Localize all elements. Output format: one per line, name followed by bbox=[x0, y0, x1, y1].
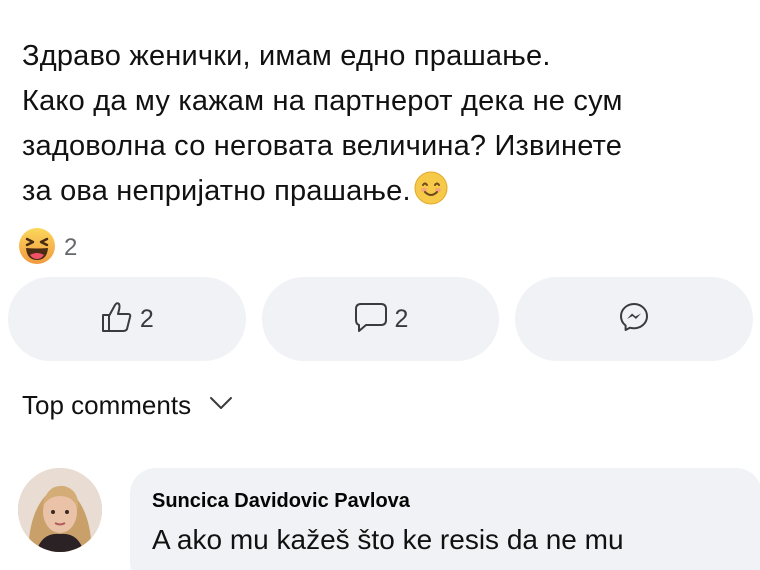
laughing-emoji-icon bbox=[18, 227, 56, 270]
post-line: Како да му кажам на партнерот дека не су… bbox=[22, 85, 623, 117]
like-count: 2 bbox=[139, 304, 154, 333]
chevron-down-icon bbox=[209, 396, 233, 415]
post-text: Здраво женички, имам едно прашање. Како … bbox=[22, 34, 742, 219]
post-meta-cutoff-shapes bbox=[130, 0, 270, 6]
post-line: Здраво женички, имам едно прашање. bbox=[22, 40, 551, 72]
comment-bubble: Suncica Davidovic Pavlova A ako mu kažeš… bbox=[130, 468, 760, 570]
messenger-icon bbox=[618, 301, 650, 338]
comment-count: 2 bbox=[394, 304, 409, 333]
post-meta-cutoff bbox=[130, 0, 270, 6]
comment-bubble-icon bbox=[353, 301, 389, 338]
messenger-share-button[interactable] bbox=[515, 277, 754, 361]
post-line: задоволна со неговата величина? Извинете bbox=[22, 130, 623, 162]
avatar[interactable] bbox=[18, 468, 102, 552]
thumbs-up-icon bbox=[100, 301, 134, 338]
comment-sort-label: Top comments bbox=[22, 390, 192, 420]
comment-author[interactable]: Suncica Davidovic Pavlova bbox=[152, 490, 410, 513]
post-actions: 2 2 bbox=[8, 277, 754, 361]
post-line-last: за ова непријатно прашање. bbox=[22, 169, 742, 219]
comment-button[interactable]: 2 bbox=[261, 277, 500, 361]
like-button[interactable]: 2 bbox=[8, 277, 246, 361]
comment: Suncica Davidovic Pavlova A ako mu kažeš… bbox=[18, 468, 760, 570]
reaction-summary[interactable]: 2 bbox=[18, 227, 78, 270]
post-line-text: за ова непријатно прашање. bbox=[22, 175, 411, 207]
reaction-count: 2 bbox=[64, 234, 78, 261]
smiling-emoji-icon bbox=[414, 171, 448, 219]
comment-sort-selector[interactable]: Top comments bbox=[22, 390, 233, 421]
comment-text: A ako mu kažeš što ke resis da ne mu bbox=[152, 524, 624, 555]
